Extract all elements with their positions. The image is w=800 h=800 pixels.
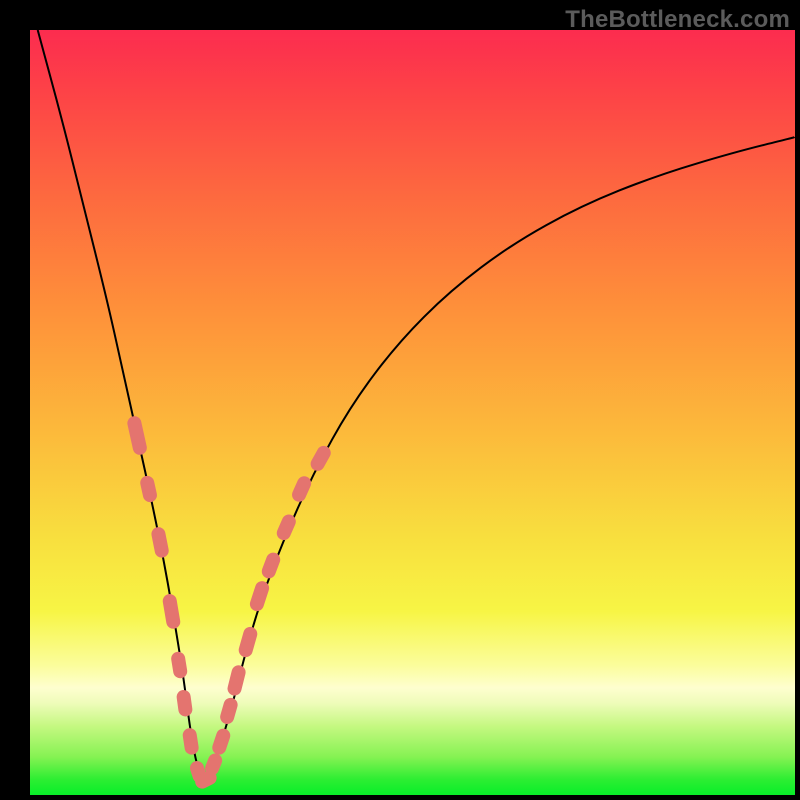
- curve-marker: [139, 475, 158, 504]
- curve-marker: [176, 689, 193, 717]
- outer-frame: TheBottleneck.com: [0, 0, 800, 800]
- curve-marker: [182, 727, 200, 755]
- watermark-text: TheBottleneck.com: [565, 6, 790, 34]
- curve-marker: [237, 625, 259, 658]
- curve-marker: [248, 579, 271, 613]
- plot-area: [30, 30, 795, 795]
- marker-layer: [126, 415, 333, 791]
- bottleneck-curve: [38, 30, 795, 777]
- curve-marker: [150, 526, 170, 559]
- curve-marker: [308, 443, 333, 473]
- curve-marker: [210, 727, 232, 757]
- curve-marker: [219, 696, 240, 725]
- curve-marker: [226, 664, 247, 697]
- curve-marker: [126, 415, 148, 456]
- curve-marker: [290, 474, 314, 504]
- curve-marker: [170, 651, 188, 679]
- curve-marker: [162, 593, 182, 630]
- chart-svg: [30, 30, 795, 795]
